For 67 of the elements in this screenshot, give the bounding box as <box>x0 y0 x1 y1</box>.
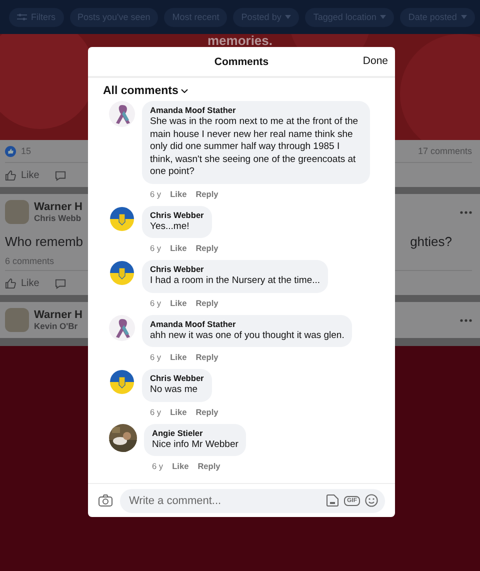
thumbs-up-icon <box>5 170 16 180</box>
more-icon[interactable] <box>460 210 472 214</box>
comment-icon <box>55 170 66 180</box>
thumbs-up-icon <box>5 278 16 288</box>
ribbon-icon <box>109 101 135 127</box>
comment-text: She was in the room next to me at the front of the main house I never new her real name think she only did one summer half way through 1985 I think, wasn't she seeing one of the greencoats at one point? <box>150 116 360 178</box>
comment-age: 6 y <box>150 352 162 362</box>
post-text: ghties? <box>410 234 452 248</box>
like-button[interactable]: Like <box>21 170 40 180</box>
chevron-icon <box>181 89 188 93</box>
dialog-title: Comments <box>214 56 269 68</box>
comment-text: ahh new it was one of you thought it was glen. <box>150 330 344 342</box>
more-icon[interactable] <box>460 318 472 322</box>
sort-dropdown[interactable]: All comments <box>103 85 188 97</box>
reaction-count: 15 <box>21 146 32 156</box>
reply-link[interactable]: Reply <box>196 188 218 198</box>
comment-icon <box>55 278 66 288</box>
comment-author[interactable]: Amanda Moof Stather <box>150 318 344 328</box>
camera-icon[interactable] <box>98 494 113 507</box>
caret-icon <box>380 15 386 19</box>
comment-author[interactable]: Angie Stieler <box>152 428 238 438</box>
flag-icon <box>109 206 135 232</box>
comment-text: Yes...me! <box>150 220 190 233</box>
ribbon-icon <box>109 314 135 340</box>
like-link[interactable]: Like <box>170 406 187 416</box>
sticker-icon[interactable] <box>326 494 339 507</box>
done-button[interactable]: Done <box>362 55 388 67</box>
like-button[interactable]: Like <box>21 278 40 288</box>
like-link[interactable]: Like <box>170 188 187 198</box>
comment-age: 6 y <box>150 406 162 416</box>
comment-text: I had a room in the Nursery at the time... <box>150 275 320 288</box>
post-subtitle: Chris Webb <box>34 213 82 223</box>
post-author[interactable]: Warner H <box>34 309 82 321</box>
like-link[interactable]: Like <box>170 298 187 308</box>
caret-icon <box>285 15 292 19</box>
post-author[interactable]: Warner H <box>34 201 82 213</box>
reply-link[interactable]: Reply <box>196 406 218 416</box>
comment-age: 6 y <box>152 461 164 471</box>
page-avatar <box>5 308 29 332</box>
comment-count[interactable]: 17 comments <box>418 146 472 156</box>
post-text: Who rememb <box>5 234 84 248</box>
comment-text: No was me <box>150 384 199 396</box>
flag-icon <box>109 369 135 395</box>
comment-age: 6 y <box>150 243 162 253</box>
emoji-icon[interactable] <box>365 494 378 507</box>
caret-icon <box>460 15 467 19</box>
like-link[interactable]: Like <box>172 461 189 471</box>
comment-text: Nice info Mr Webber <box>152 438 238 451</box>
page-avatar <box>5 200 29 224</box>
comment-count[interactable]: 6 comments <box>5 256 54 266</box>
comment-age: 6 y <box>150 298 162 308</box>
comment-author[interactable]: Chris Webber <box>150 373 204 383</box>
reply-link[interactable]: Reply <box>196 243 218 253</box>
sliders-icon <box>17 13 27 21</box>
reply-link[interactable]: Reply <box>198 461 220 471</box>
banner-text: memories. <box>207 34 273 47</box>
reply-link[interactable]: Reply <box>196 352 218 362</box>
reply-link[interactable]: Reply <box>196 298 218 308</box>
comment-author[interactable]: Chris Webber <box>150 264 320 274</box>
comment-author[interactable]: Amanda Moof Stather <box>150 105 362 115</box>
comment-age: 6 y <box>150 188 162 198</box>
comment-author[interactable]: Chris Webber <box>150 210 204 220</box>
like-reaction-icon <box>5 146 16 156</box>
like-link[interactable]: Like <box>170 352 187 362</box>
flag-icon <box>109 260 135 286</box>
like-link[interactable]: Like <box>170 243 187 253</box>
post-subtitle: Kevin O'Br <box>34 321 79 331</box>
